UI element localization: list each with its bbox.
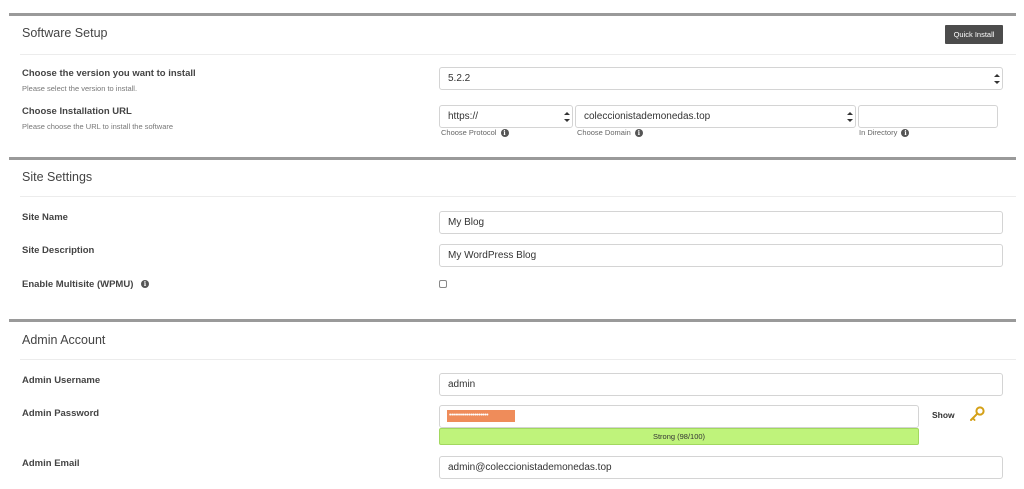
multisite-label-wrap: Enable Multisite (WPMU) i [22, 279, 150, 290]
version-label: Choose the version you want to install [22, 68, 196, 79]
protocol-hint-text: Choose Protocol [441, 128, 497, 137]
version-select-value: 5.2.2 [448, 73, 471, 84]
site-name-value: My Blog [448, 217, 485, 228]
chevron-updown-icon [564, 112, 570, 122]
install-url-sublabel: Please choose the URL to install the sof… [22, 122, 174, 131]
key-icon[interactable] [969, 406, 985, 422]
info-icon[interactable]: i [634, 129, 643, 138]
protocol-hint: Choose Protocol i [441, 128, 509, 138]
install-url-label: Choose Installation URL [22, 106, 132, 117]
info-icon[interactable]: i [141, 280, 150, 289]
admin-password-label: Admin Password [22, 408, 100, 419]
version-select[interactable]: 5.2.2 [439, 67, 1003, 90]
chevron-updown-icon [847, 112, 853, 122]
site-description-value: My WordPress Blog [448, 250, 537, 261]
software-setup-divider [20, 54, 1016, 55]
software-setup-section-bar [9, 13, 1016, 16]
admin-account-divider [20, 359, 1016, 360]
site-description-label: Site Description [22, 245, 95, 256]
quick-install-button[interactable]: Quick Install [945, 25, 1003, 44]
site-description-input[interactable]: My WordPress Blog [439, 244, 1003, 267]
site-name-label: Site Name [22, 212, 68, 223]
site-settings-title: Site Settings [22, 170, 93, 184]
domain-hint-text: Choose Domain [577, 128, 631, 137]
protocol-select[interactable]: https:// [439, 105, 573, 128]
admin-username-input[interactable]: admin [439, 373, 1003, 396]
admin-username-value: admin [448, 379, 476, 390]
site-name-input[interactable]: My Blog [439, 211, 1003, 234]
info-icon[interactable]: i [901, 129, 910, 138]
version-sublabel: Please select the version to install. [22, 84, 138, 93]
domain-select-value: coleccionistademonedas.top [584, 111, 711, 122]
admin-email-label: Admin Email [22, 458, 80, 469]
admin-email-value: admin@coleccionistademonedas.top [448, 462, 612, 473]
password-strength-bar: Strong (98/100) [439, 428, 919, 445]
directory-input[interactable] [858, 105, 998, 128]
domain-hint: Choose Domain i [577, 128, 643, 138]
admin-password-mask: •••••••••••••••••••• [447, 410, 515, 422]
show-password-link[interactable]: Show [932, 410, 955, 420]
protocol-select-value: https:// [448, 111, 479, 122]
admin-account-section-bar [9, 319, 1016, 322]
multisite-label: Enable Multisite (WPMU) [22, 279, 134, 290]
multisite-checkbox[interactable] [439, 280, 447, 288]
directory-hint-text: In Directory [859, 128, 898, 137]
admin-account-title: Admin Account [22, 333, 106, 347]
directory-hint: In Directory i [859, 128, 910, 138]
site-settings-divider [20, 196, 1016, 197]
site-settings-section-bar [9, 157, 1016, 160]
software-setup-title: Software Setup [22, 26, 108, 40]
domain-select[interactable]: coleccionistademonedas.top [575, 105, 856, 128]
admin-email-input[interactable]: admin@coleccionistademonedas.top [439, 456, 1003, 479]
admin-username-label: Admin Username [22, 375, 101, 386]
chevron-updown-icon [994, 74, 1000, 84]
info-icon[interactable]: i [500, 129, 509, 138]
